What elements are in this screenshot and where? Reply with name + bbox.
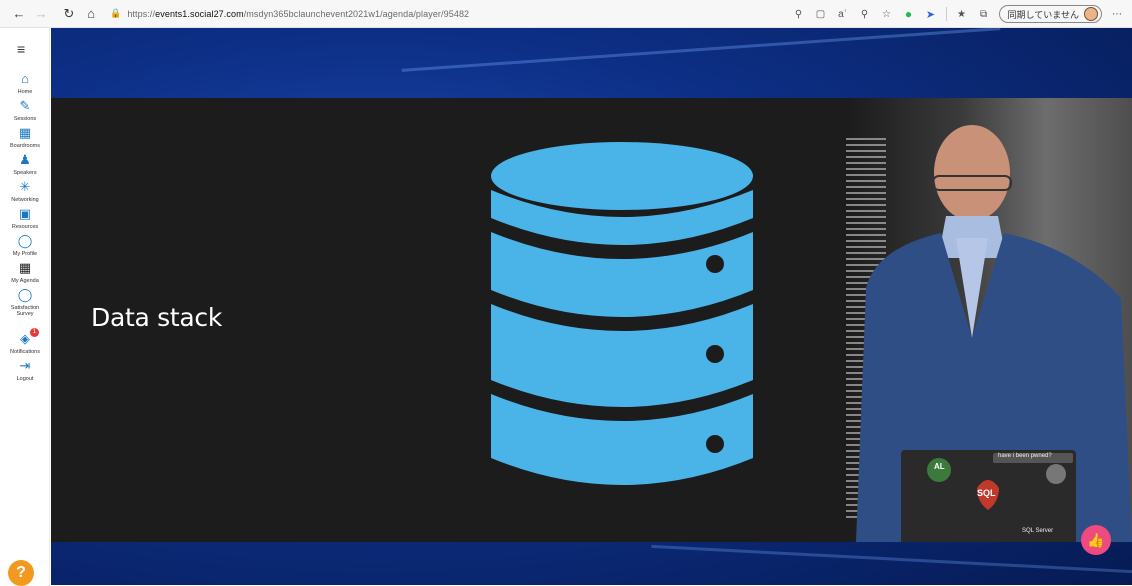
notification-badge: 1 <box>30 328 39 337</box>
survey-icon: ◯ <box>17 287 33 302</box>
sidebar-item-label: My Profile <box>12 251 38 257</box>
back-icon[interactable]: ← <box>8 3 30 25</box>
favorite-add-icon[interactable]: ☆ <box>878 5 896 23</box>
url-scheme: https:// <box>127 8 156 19</box>
sidebar-item-label: Sessions <box>13 116 37 122</box>
hamburger-menu-icon[interactable]: ≡ <box>17 42 31 56</box>
sidebar-item-label: My Agenda <box>11 278 39 284</box>
more-icon[interactable]: ⋯ <box>1108 5 1126 23</box>
networking-icon: ✳ <box>19 179 31 194</box>
lock-icon: 🔒 <box>110 8 122 18</box>
sidebar-item-label: Home <box>17 89 33 95</box>
home-button-icon[interactable]: ⌂ <box>80 3 102 25</box>
address-bar[interactable]: 🔒 https://events1.social27.com/msdyn365b… <box>110 8 469 19</box>
extension-green-icon[interactable]: ● <box>900 5 918 23</box>
profile-label: 同期していません <box>1007 9 1079 20</box>
speaker-video: AL SQL have i been pwned? SQL Server <box>846 98 1132 542</box>
sidebar-item-label: Satisfaction Survey <box>10 305 40 317</box>
sidebar-item-label: Resources <box>11 224 39 230</box>
sidebar-item-sessions[interactable]: ✎ Sessions <box>0 98 50 123</box>
speaker-icon: ♟ <box>19 152 31 167</box>
slide-title: Data stack <box>91 303 223 332</box>
sidebar-item-speakers[interactable]: ♟ Speakers <box>0 152 50 177</box>
sidebar-item-notifications[interactable]: ◈ 1 Notifications <box>0 328 50 355</box>
sidebar-item-label: Networking <box>11 197 39 203</box>
like-button[interactable]: 👍 <box>1081 525 1111 555</box>
extension-blue-icon[interactable]: ➤ <box>922 5 940 23</box>
database-icon <box>491 142 753 485</box>
url-host: events1.social27.com <box>155 8 244 19</box>
zoom-icon[interactable]: ⚲ <box>856 5 874 23</box>
favorites-icon[interactable]: ★ <box>953 5 971 23</box>
help-button[interactable]: ? <box>8 560 34 586</box>
sidebar-item-satisfaction-survey[interactable]: ◯ Satisfaction Survey <box>0 287 50 318</box>
sidebar-item-label: Speakers <box>13 170 37 176</box>
boardroom-icon: ▦ <box>18 125 32 140</box>
profile-icon: ◯ <box>17 233 33 248</box>
sidebar-item-resources[interactable]: ▣ Resources <box>0 206 50 231</box>
sidebar-item-my-agenda[interactable]: ▦ My Agenda <box>0 260 50 285</box>
sidebar-item-boardrooms[interactable]: ▦ Boardrooms <box>0 125 50 150</box>
toolbar-divider <box>945 7 947 21</box>
video-player[interactable]: Data stack AL SQL have i been pwned? SQL… <box>51 28 1132 585</box>
resources-icon: ▣ <box>18 206 32 221</box>
refresh-icon[interactable]: ↻ <box>58 3 80 25</box>
browser-toolbar: ← → ↻ ⌂ 🔒 https://events1.social27.com/m… <box>0 0 1132 28</box>
sidebar: ≡ ⌂ Home ✎ Sessions ▦ Boardrooms ♟ Speak… <box>0 28 50 586</box>
sidebar-item-label: Notifications <box>10 349 40 355</box>
profile-button[interactable]: 同期していません <box>998 5 1102 23</box>
sticker-pwned: have i been pwned? <box>998 453 1052 459</box>
background-streak <box>401 28 1001 72</box>
key-icon[interactable]: ⚲ <box>790 5 808 23</box>
agenda-icon: ▦ <box>18 260 32 275</box>
sidebar-item-logout[interactable]: ⇥ Logout <box>0 358 50 383</box>
presentation-slide: Data stack <box>51 98 846 542</box>
home-icon: ⌂ <box>21 71 29 86</box>
sticker-sql: SQL <box>977 488 996 498</box>
browser-tools: ⚲ ▢ aʿ ⚲ ☆ ● ➤ ★ ⧉ 同期していません ⋯ <box>788 0 1132 28</box>
pencil-icon: ✎ <box>19 98 31 113</box>
avatar <box>1084 7 1098 21</box>
sticker-al: AL <box>934 462 945 471</box>
sidebar-item-my-profile[interactable]: ◯ My Profile <box>0 233 50 258</box>
sidebar-item-networking[interactable]: ✳ Networking <box>0 179 50 204</box>
sticker-sql-server: SQL Server <box>1022 528 1054 534</box>
background-streak <box>651 544 1132 575</box>
logout-icon: ⇥ <box>19 358 31 373</box>
sidebar-item-home[interactable]: ⌂ Home <box>0 71 50 96</box>
read-aloud-icon[interactable]: aʿ <box>834 5 852 23</box>
sidebar-item-label: Boardrooms <box>10 143 40 149</box>
url-path: /msdyn365bclaunchevent2021w1/agenda/play… <box>243 8 470 19</box>
app-icon[interactable]: ▢ <box>812 5 830 23</box>
forward-icon[interactable]: → <box>30 3 52 25</box>
collections-icon[interactable]: ⧉ <box>975 5 993 23</box>
sidebar-item-label: Logout <box>16 376 34 382</box>
thumbs-up-icon: 👍 <box>1087 532 1105 548</box>
